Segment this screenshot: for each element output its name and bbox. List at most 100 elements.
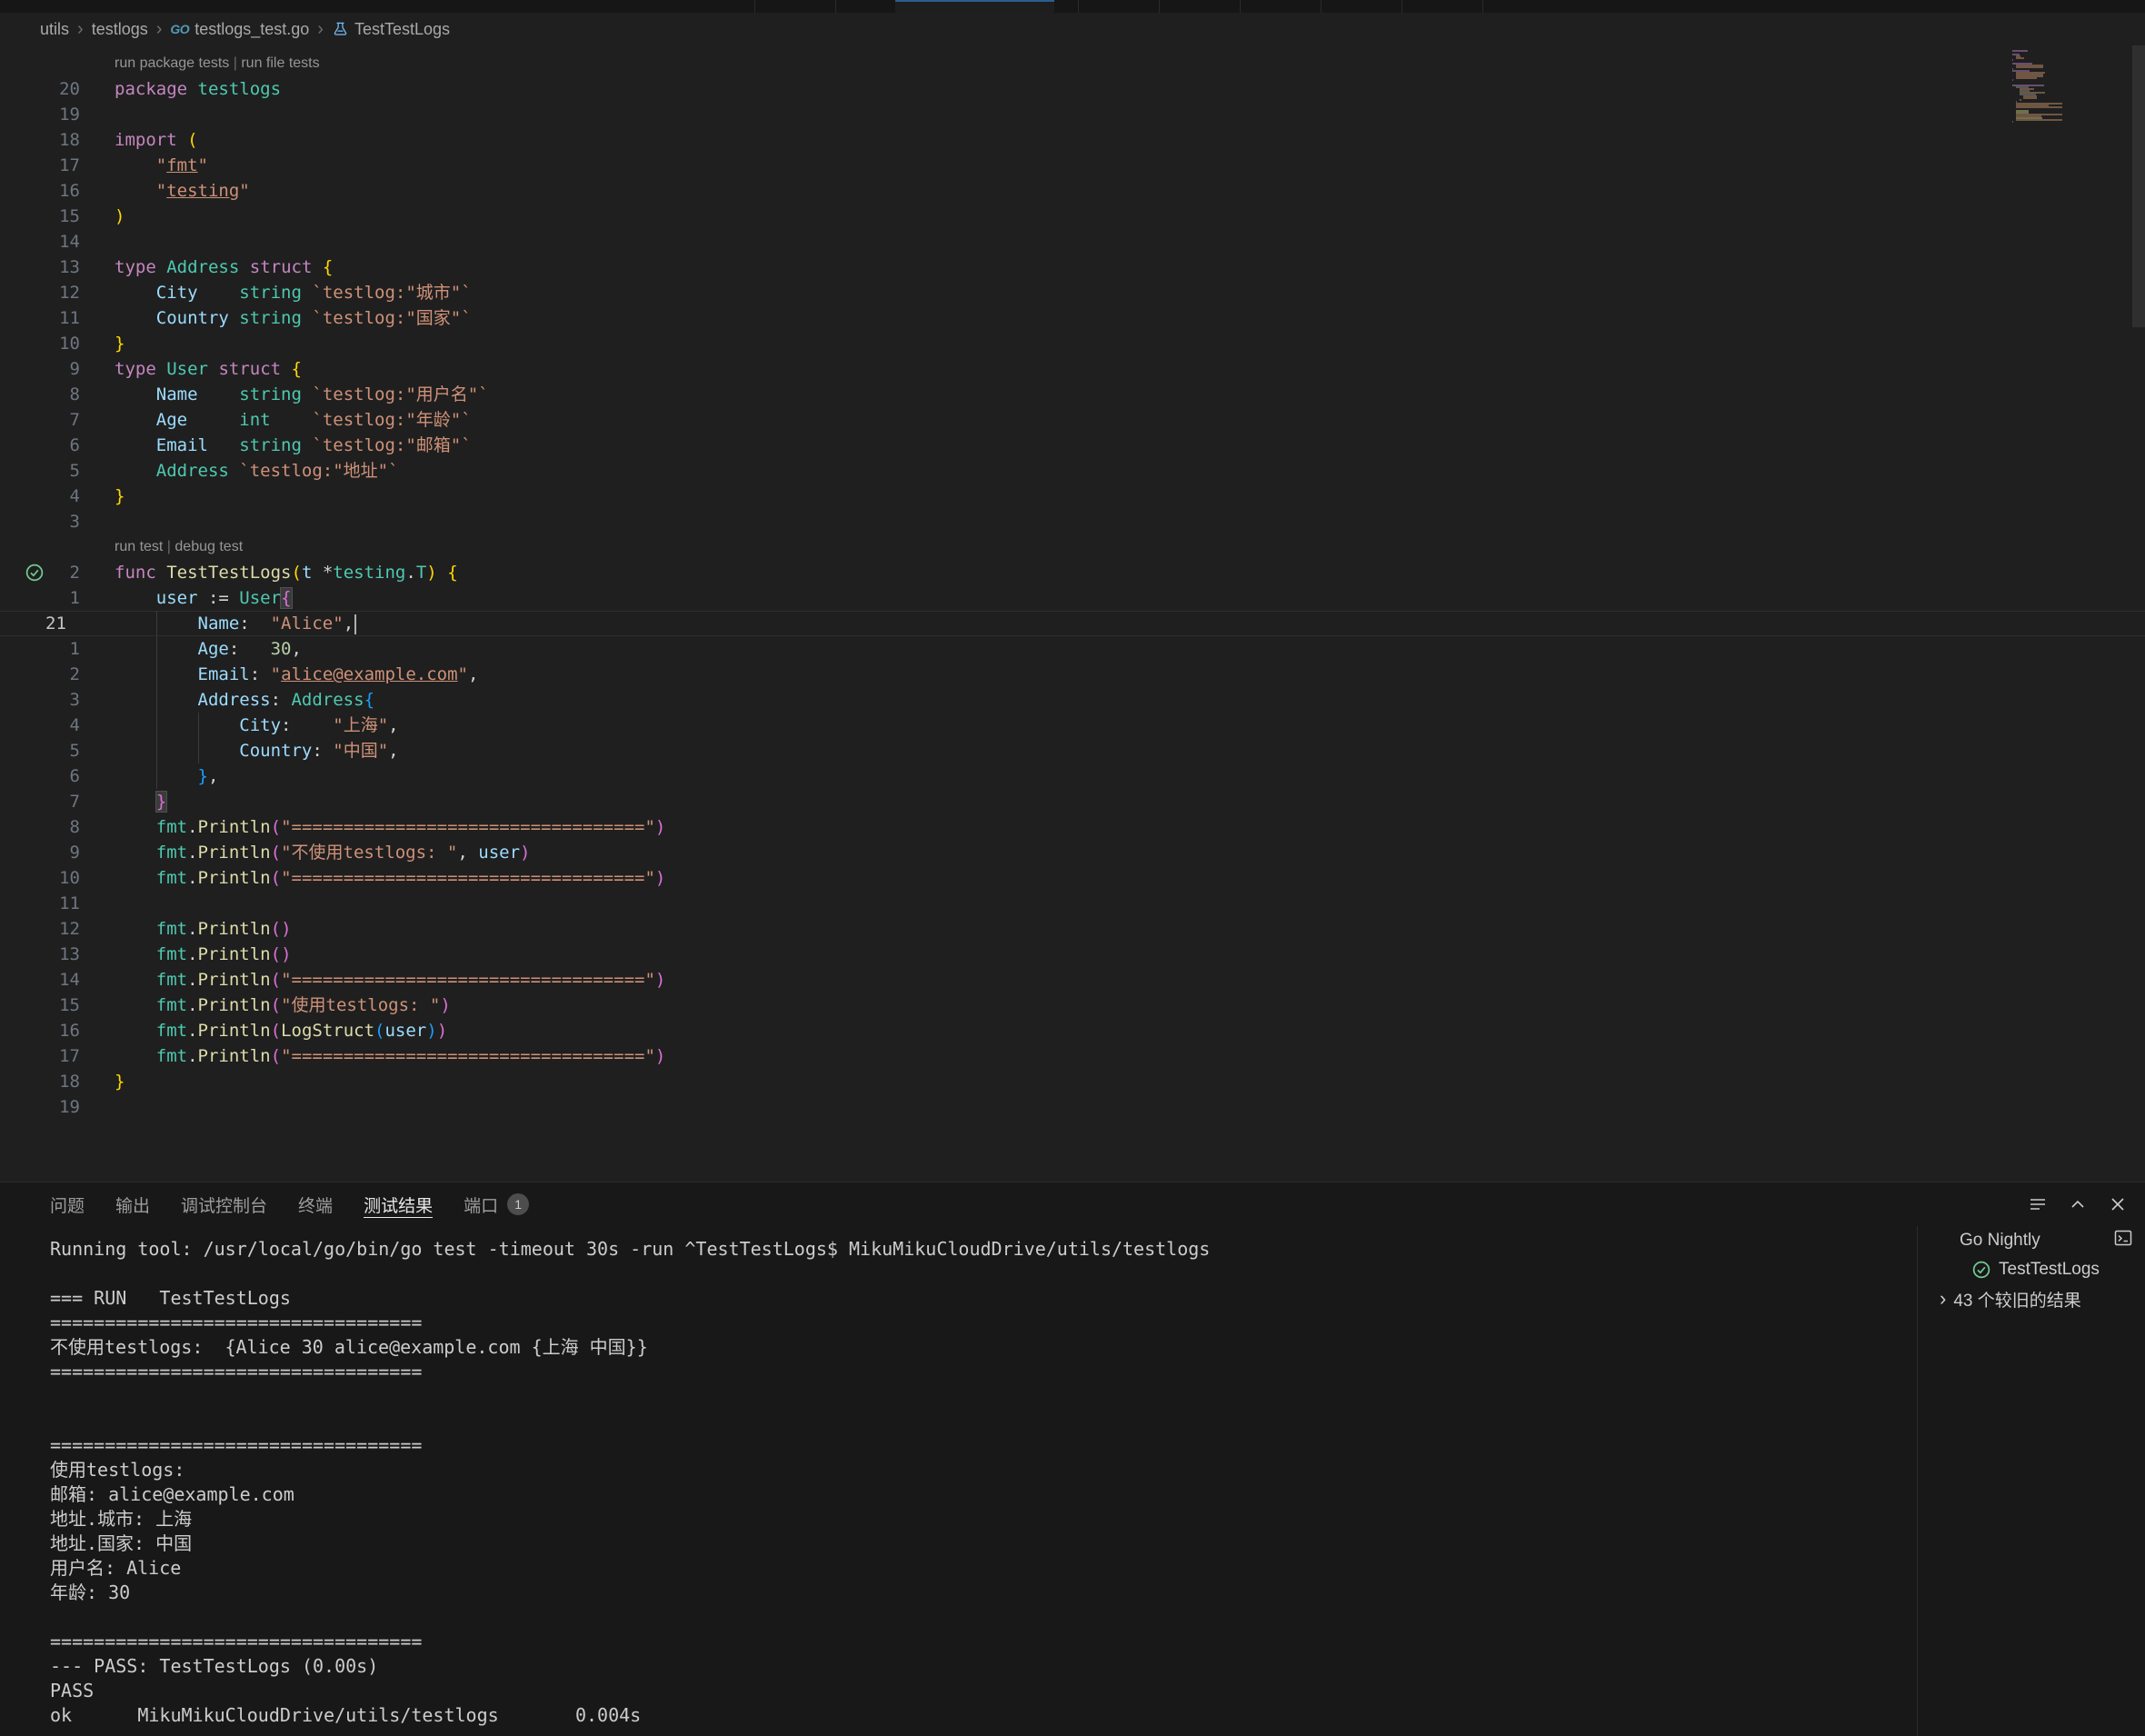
code-line[interactable]: 13 fmt.Println() <box>0 942 2145 967</box>
line-number: 15 <box>0 204 80 229</box>
code-line[interactable]: 5 Country: "中国", <box>0 738 2145 763</box>
code-line[interactable]: 12 fmt.Println() <box>0 916 2145 942</box>
panel-tab-label: 问题 <box>50 1192 85 1217</box>
panel-menu-icon[interactable] <box>2027 1193 2049 1215</box>
panel-tab-label: 测试结果 <box>364 1192 433 1217</box>
code-line[interactable]: 11 Country string `testlog:"国家"` <box>0 305 2145 331</box>
code-line[interactable]: 10} <box>0 331 2145 356</box>
active-window-tab[interactable] <box>895 0 1054 13</box>
output-line: ================================== <box>50 1311 1917 1335</box>
line-number: 4 <box>0 713 80 738</box>
codelens-link[interactable]: run file tests <box>241 55 319 71</box>
indent-guide <box>156 687 157 713</box>
text-cursor <box>354 614 356 634</box>
output-line: === RUN TestTestLogs <box>50 1286 1917 1311</box>
terminal-output-icon[interactable] <box>2112 1227 2134 1254</box>
indent-guide <box>156 636 157 662</box>
panel-tab-test-results[interactable]: 测试结果 <box>364 1182 433 1226</box>
code-line[interactable]: 7 } <box>0 789 2145 814</box>
test-pass-icon[interactable] <box>25 564 44 582</box>
code-line[interactable]: 20package testlogs <box>0 76 2145 102</box>
panel-tab-output[interactable]: 输出 <box>115 1182 150 1226</box>
code-line[interactable]: 7 Age int `testlog:"年龄"` <box>0 407 2145 433</box>
code-area[interactable]: run package tests | run file tests 20pack… <box>0 45 2145 1120</box>
code-line[interactable]: 8 Name string `testlog:"用户名"` <box>0 382 2145 407</box>
older-results-row[interactable]: › 43 个较旧的结果 <box>1918 1284 2145 1313</box>
code-line[interactable]: 15) <box>0 204 2145 229</box>
line-number: 18 <box>0 1069 80 1094</box>
code-line[interactable]: 18import ( <box>0 127 2145 153</box>
panel-tab-debug-console[interactable]: 调试控制台 <box>181 1182 267 1226</box>
code-line[interactable]: 14 fmt.Println("========================… <box>0 967 2145 993</box>
test-result-label: TestTestLogs <box>1999 1260 2100 1280</box>
indent-guide <box>198 738 199 763</box>
code-line[interactable]: 4} <box>0 484 2145 509</box>
code-line[interactable]: 17 fmt.Println("========================… <box>0 1043 2145 1069</box>
panel-maximize-icon[interactable] <box>2067 1193 2089 1215</box>
minimap-line <box>2016 77 2037 79</box>
code-line[interactable]: 16 fmt.Println(LogStruct(user)) <box>0 1018 2145 1043</box>
panel-tab-label: 输出 <box>115 1192 150 1217</box>
breadcrumb[interactable]: utils›testlogs›GOtestlogs_test.go›TestTe… <box>0 13 2145 45</box>
output-line: 地址.国家: 中国 <box>50 1531 1917 1556</box>
breadcrumb-item[interactable]: testlogs <box>92 20 148 39</box>
code-line[interactable]: 16 "testing" <box>0 178 2145 204</box>
code-line[interactable]: 4 City: "上海", <box>0 713 2145 738</box>
test-results-tree: Go Nightly TestTestLogs › 43 个较旧的结果 <box>1917 1226 2145 1736</box>
code-line[interactable]: 11 <box>0 891 2145 916</box>
minimap-line <box>2012 59 2013 61</box>
minimap-line <box>2023 97 2037 99</box>
editor-scrollbar[interactable] <box>2132 45 2145 327</box>
code-line[interactable]: 3 <box>0 509 2145 534</box>
code-line[interactable]: 5 Address `testlog:"地址"` <box>0 458 2145 484</box>
codelens-link[interactable]: run package tests <box>115 55 229 71</box>
output-line: ok MikuMikuCloudDrive/utils/testlogs 0.0… <box>50 1703 1917 1728</box>
code-line[interactable]: 18} <box>0 1069 2145 1094</box>
code-line[interactable]: 2func TestTestLogs(t *testing.T) { <box>0 560 2145 585</box>
line-number: 3 <box>0 509 80 534</box>
output-line <box>50 1409 1917 1433</box>
breadcrumb-item[interactable]: testlogs_test.go <box>195 20 309 39</box>
code-line[interactable]: 9 fmt.Println("不使用testlogs: ", user) <box>0 840 2145 865</box>
output-line <box>50 1605 1917 1630</box>
panel-tab-ports[interactable]: 端口1 <box>464 1182 529 1226</box>
line-number: 5 <box>0 458 80 484</box>
code-line[interactable]: 21 Name: "Alice", <box>0 611 2145 636</box>
code-line[interactable]: 19 <box>0 1094 2145 1120</box>
minimap-line <box>2016 57 2024 59</box>
code-line[interactable]: 17 "fmt" <box>0 153 2145 178</box>
test-run-profile-row[interactable]: Go Nightly <box>1918 1226 2145 1255</box>
code-line[interactable]: 6 Email string `testlog:"邮箱"` <box>0 433 2145 458</box>
code-line[interactable]: 19 <box>0 102 2145 127</box>
output-line: --- PASS: TestTestLogs (0.00s) <box>50 1654 1917 1679</box>
code-editor[interactable]: run package tests | run file tests 20pack… <box>0 45 2145 1182</box>
code-line[interactable]: 10 fmt.Println("========================… <box>0 865 2145 891</box>
code-line[interactable]: 1 user := User{ <box>0 585 2145 611</box>
codelens-separator: | <box>229 55 241 71</box>
line-number: 2 <box>0 662 80 687</box>
code-line[interactable]: 12 City string `testlog:"城市"` <box>0 280 2145 305</box>
test-run-profile[interactable]: Go Nightly <box>1960 1231 2112 1251</box>
test-result-item[interactable]: TestTestLogs <box>1918 1255 2145 1284</box>
breadcrumb-item[interactable]: TestTestLogs <box>354 20 450 39</box>
code-line[interactable]: 2 Email: "alice@example.com", <box>0 662 2145 687</box>
codelens-link[interactable]: debug test <box>175 539 243 554</box>
code-line[interactable]: 1 Age: 30, <box>0 636 2145 662</box>
code-line[interactable]: 8 fmt.Println("=========================… <box>0 814 2145 840</box>
test-output[interactable]: Running tool: /usr/local/go/bin/go test … <box>0 1226 1917 1736</box>
code-line[interactable]: 13type Address struct { <box>0 254 2145 280</box>
code-line[interactable]: 14 <box>0 229 2145 254</box>
line-number: 12 <box>0 916 80 942</box>
breadcrumb-item[interactable]: utils <box>40 20 69 39</box>
minimap[interactable] <box>2012 48 2076 125</box>
panel-tab-terminal[interactable]: 终端 <box>298 1182 333 1226</box>
code-line[interactable]: 6 }, <box>0 763 2145 789</box>
codelens-link[interactable]: run test <box>115 539 163 554</box>
code-line[interactable]: 15 fmt.Println("使用testlogs: ") <box>0 993 2145 1018</box>
panel-tab-problems[interactable]: 问题 <box>50 1182 85 1226</box>
panel-close-icon[interactable] <box>2107 1193 2129 1215</box>
code-line[interactable]: 9type User struct { <box>0 356 2145 382</box>
line-number: 11 <box>0 305 80 331</box>
window-tab-strip[interactable] <box>0 0 2145 13</box>
code-line[interactable]: 3 Address: Address{ <box>0 687 2145 713</box>
